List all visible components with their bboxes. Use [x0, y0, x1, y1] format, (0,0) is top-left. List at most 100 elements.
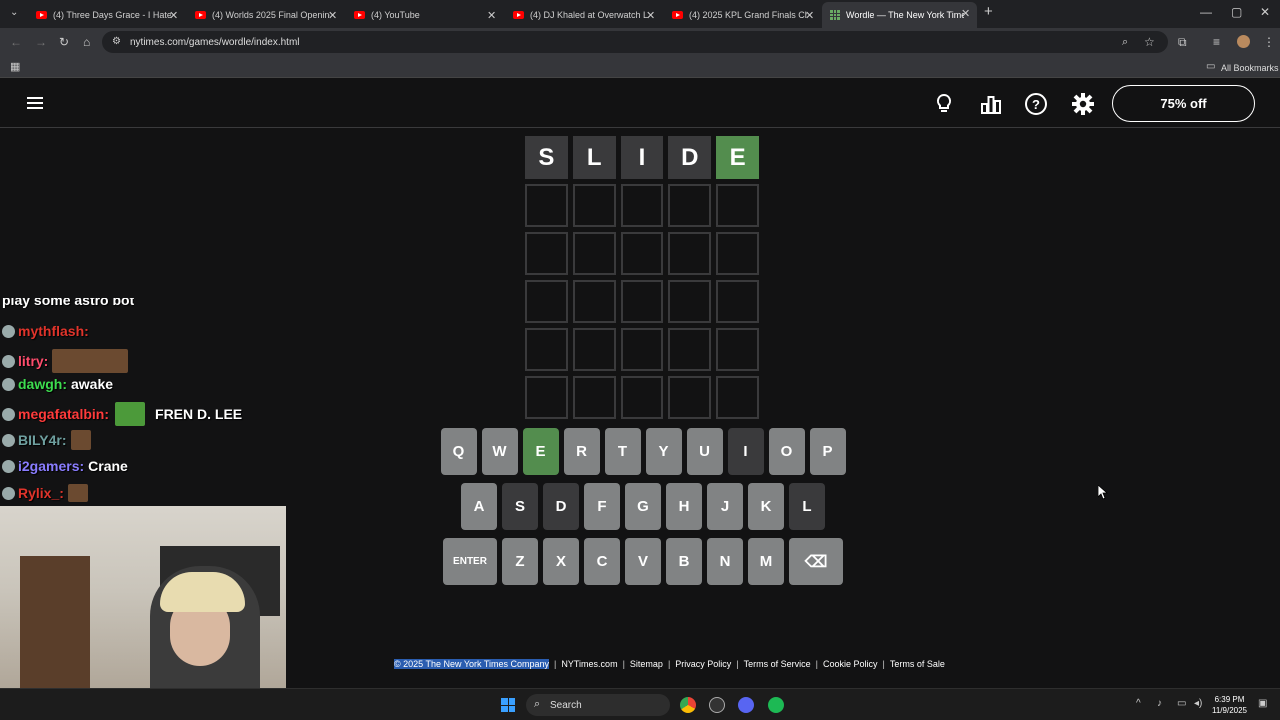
key-i[interactable]: I	[727, 428, 764, 475]
key-n[interactable]: N	[707, 538, 743, 585]
keyboard-row: QWERTYUIOP	[440, 428, 846, 475]
footer-separator: |	[736, 659, 739, 669]
home-icon[interactable]: ⌂	[83, 35, 90, 49]
webcam-hair	[160, 572, 245, 612]
key-s[interactable]: S	[502, 483, 538, 530]
back-icon[interactable]: ←	[10, 35, 22, 49]
hamburger-menu-icon[interactable]	[27, 97, 43, 109]
key-h[interactable]: H	[666, 483, 702, 530]
new-tab-button[interactable]: +	[984, 4, 993, 19]
stats-icon[interactable]	[979, 92, 1003, 116]
microphone-icon[interactable]: ♪	[1157, 697, 1162, 711]
key-p[interactable]: P	[809, 428, 846, 475]
key-q[interactable]: Q	[440, 428, 477, 475]
tab-close-icon[interactable]: ✕	[805, 9, 814, 22]
wordle-icon	[830, 10, 840, 20]
tab-close-icon[interactable]: ✕	[328, 9, 337, 22]
key-o[interactable]: O	[768, 428, 805, 475]
key-w[interactable]: W	[481, 428, 518, 475]
close-window-icon[interactable]: ✕	[1260, 5, 1270, 19]
notification-icon[interactable]: ▣	[1258, 697, 1267, 711]
footer-separator: |	[815, 659, 819, 669]
key-k[interactable]: K	[748, 483, 784, 530]
maximize-icon[interactable]: ▢	[1231, 5, 1242, 19]
bookmark-star-icon[interactable]: ☆	[1144, 35, 1155, 49]
board-tile: I	[620, 136, 664, 179]
browser-tab[interactable]: Wordle — The New York Times ✕	[822, 2, 977, 28]
key-d[interactable]: D	[543, 483, 579, 530]
minimize-icon[interactable]: —	[1200, 5, 1212, 19]
subscribe-promo-button[interactable]: 75% off	[1112, 85, 1255, 122]
network-icon[interactable]: ▭	[1177, 697, 1186, 711]
windows-start-icon[interactable]	[501, 698, 515, 712]
taskbar-search[interactable]: ⌕ Search	[526, 694, 670, 716]
browser-tab[interactable]: (4) 2025 KPL Grand Finals Cham✕	[664, 4, 821, 26]
board-tile	[572, 232, 616, 275]
footer-link[interactable]: Terms of Service	[744, 659, 811, 669]
footer-separator: |	[667, 659, 671, 669]
key-f[interactable]: F	[584, 483, 620, 530]
youtube-icon	[195, 11, 206, 19]
key-z[interactable]: Z	[502, 538, 538, 585]
zoom-icon[interactable]: ⌕	[1122, 35, 1128, 49]
key-g[interactable]: G	[625, 483, 661, 530]
reload-icon[interactable]: ↻	[59, 35, 69, 49]
tab-close-icon[interactable]: ✕	[646, 9, 655, 22]
tab-search-icon[interactable]: ⌄	[10, 6, 18, 20]
key-x[interactable]: X	[543, 538, 579, 585]
extensions-icon[interactable]: ⧉	[1178, 35, 1187, 49]
volume-icon[interactable]: ◂)	[1194, 697, 1202, 711]
tab-title: Wordle — The New York Times	[846, 10, 964, 20]
footer-link[interactable]: NYTimes.com	[561, 659, 617, 669]
footer-link[interactable]: Cookie Policy	[823, 659, 878, 669]
apps-grid-icon[interactable]: ▦	[10, 60, 20, 74]
enter-key[interactable]: ENTER	[443, 538, 497, 585]
chat-badge-icon	[2, 407, 15, 421]
backspace-key-icon[interactable]: ⌫	[789, 538, 843, 585]
browser-tab[interactable]: (4) Three Days Grace - I Hate Ev✕	[28, 4, 185, 26]
key-b[interactable]: B	[666, 538, 702, 585]
chat-message: dawgh: awake	[2, 376, 113, 392]
browser-tab[interactable]: (4) Worlds 2025 Final Opening ✕	[187, 4, 344, 26]
chat-badge-icon	[2, 354, 15, 368]
browser-menu-icon[interactable]: ⋮	[1263, 35, 1275, 49]
key-a[interactable]: A	[461, 483, 497, 530]
browser-tab[interactable]: (4) YouTube ✕	[346, 4, 503, 26]
game-board: SLIDE	[525, 136, 759, 424]
media-controls-icon[interactable]: ≡	[1213, 35, 1220, 49]
key-l[interactable]: L	[789, 483, 825, 530]
help-icon[interactable]: ?	[1024, 92, 1048, 116]
browser-tab[interactable]: (4) DJ Khaled at Overwatch Lea ✕	[505, 4, 662, 26]
key-j[interactable]: J	[707, 483, 743, 530]
key-e[interactable]: E	[522, 428, 559, 475]
tab-close-icon[interactable]: ✕	[487, 9, 496, 22]
hint-bulb-icon[interactable]	[932, 92, 956, 116]
footer-link[interactable]: Privacy Policy	[675, 659, 731, 669]
key-y[interactable]: Y	[645, 428, 682, 475]
tray-chevron-icon[interactable]: ^	[1136, 697, 1141, 711]
key-u[interactable]: U	[686, 428, 723, 475]
key-t[interactable]: T	[604, 428, 641, 475]
forward-icon[interactable]: →	[35, 35, 47, 49]
tab-close-icon[interactable]: ✕	[169, 9, 178, 22]
key-c[interactable]: C	[584, 538, 620, 585]
discord-icon[interactable]	[738, 697, 754, 713]
all-bookmarks-link[interactable]: All Bookmarks	[1221, 61, 1279, 75]
footer-link[interactable]: Sitemap	[630, 659, 663, 669]
key-m[interactable]: M	[748, 538, 784, 585]
spotify-icon[interactable]	[768, 697, 784, 713]
footer-link[interactable]: Terms of Sale	[890, 659, 945, 669]
settings-gear-icon[interactable]	[1071, 92, 1095, 116]
board-tile	[525, 376, 568, 419]
board-tile	[716, 232, 759, 275]
key-r[interactable]: R	[563, 428, 600, 475]
site-info-icon[interactable]: ⚙	[112, 35, 121, 49]
system-clock[interactable]: 6:39 PM 11/9/2025	[1212, 694, 1247, 716]
chrome-icon[interactable]	[680, 697, 696, 713]
key-v[interactable]: V	[625, 538, 661, 585]
url-field[interactable]: ⚙ nytimes.com/games/wordle/index.html ⌕ …	[102, 31, 1168, 53]
tab-close-icon[interactable]: ✕	[961, 7, 970, 20]
profile-avatar[interactable]	[1237, 35, 1250, 48]
obs-icon[interactable]	[709, 697, 725, 713]
url-text: nytimes.com/games/wordle/index.html	[130, 37, 300, 48]
